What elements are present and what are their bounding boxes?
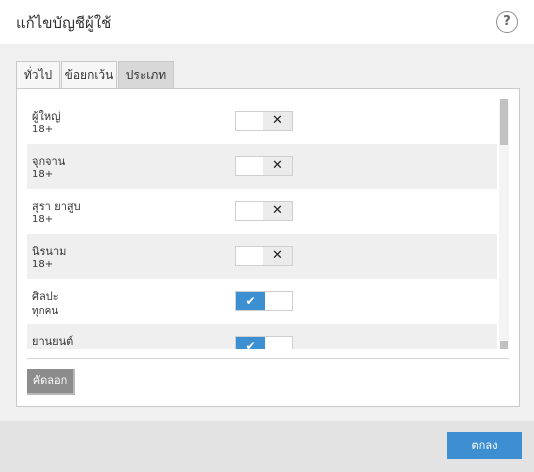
tab-general[interactable]: ทั่วไป xyxy=(16,61,60,89)
blocked-x-icon: ✕ xyxy=(263,157,292,175)
category-toggle[interactable]: ✔ xyxy=(235,336,293,349)
category-toggle[interactable]: ✔ xyxy=(235,291,293,311)
help-icon[interactable]: ? xyxy=(496,11,518,33)
category-name: ศิลปะ xyxy=(32,290,59,303)
divider xyxy=(27,358,509,359)
copy-button[interactable]: คัดลอก xyxy=(27,369,75,395)
category-row: นิรนาม 18+ ✕ xyxy=(27,234,497,279)
checkmark-icon: ✔ xyxy=(236,292,265,310)
category-row: จุกจาน 18+ ✕ xyxy=(27,144,497,189)
category-name: จุกจาน xyxy=(32,155,66,168)
category-row: ศิลปะ ทุกคน ✔ xyxy=(27,279,497,324)
dialog-title-bar: แก้ไขบัญชีผู้ใช้ ? xyxy=(0,0,534,44)
category-toggle[interactable]: ✕ xyxy=(235,201,293,221)
category-name: ยานยนต์ xyxy=(32,335,74,348)
category-name: ผู้ใหญ่ xyxy=(32,110,61,123)
category-rating: 18+ xyxy=(32,259,54,270)
category-rating: 18+ xyxy=(32,124,54,135)
category-row: สุรา ยาสูบ 18+ ✕ xyxy=(27,189,497,234)
category-row: ผู้ใหญ่ 18+ ✕ xyxy=(27,99,497,144)
category-toggle[interactable]: ✕ xyxy=(235,156,293,176)
category-name: สุรา ยาสูบ xyxy=(32,200,81,213)
categories-panel: ผู้ใหญ่ 18+ ✕ จุกจาน 18+ ✕ สุรา ยาสูบ 18… xyxy=(16,88,520,407)
category-rating: 18+ xyxy=(32,169,54,180)
category-rating: 18+ xyxy=(32,214,54,225)
scrollbar-down-arrow[interactable] xyxy=(500,341,508,349)
checkmark-icon: ✔ xyxy=(236,337,265,349)
ok-button[interactable]: ตกลง xyxy=(447,432,522,459)
category-list: ผู้ใหญ่ 18+ ✕ จุกจาน 18+ ✕ สุรา ยาสูบ 18… xyxy=(27,99,497,349)
category-row: ยานยนต์ ✔ xyxy=(27,324,497,349)
dialog-title: แก้ไขบัญชีผู้ใช้ xyxy=(16,14,112,32)
tab-categories[interactable]: ประเภท xyxy=(118,61,174,90)
category-rating: ทุกคน xyxy=(32,306,59,317)
dialog-footer: ตกลง xyxy=(0,421,534,472)
category-name: นิรนาม xyxy=(32,245,67,258)
category-toggle[interactable]: ✕ xyxy=(235,111,293,131)
list-scrollbar[interactable] xyxy=(499,99,509,349)
blocked-x-icon: ✕ xyxy=(263,247,292,265)
category-toggle[interactable]: ✕ xyxy=(235,246,293,266)
tab-exceptions[interactable]: ข้อยกเว้น xyxy=(61,61,117,89)
scrollbar-thumb[interactable] xyxy=(500,99,508,145)
blocked-x-icon: ✕ xyxy=(263,112,292,130)
blocked-x-icon: ✕ xyxy=(263,202,292,220)
